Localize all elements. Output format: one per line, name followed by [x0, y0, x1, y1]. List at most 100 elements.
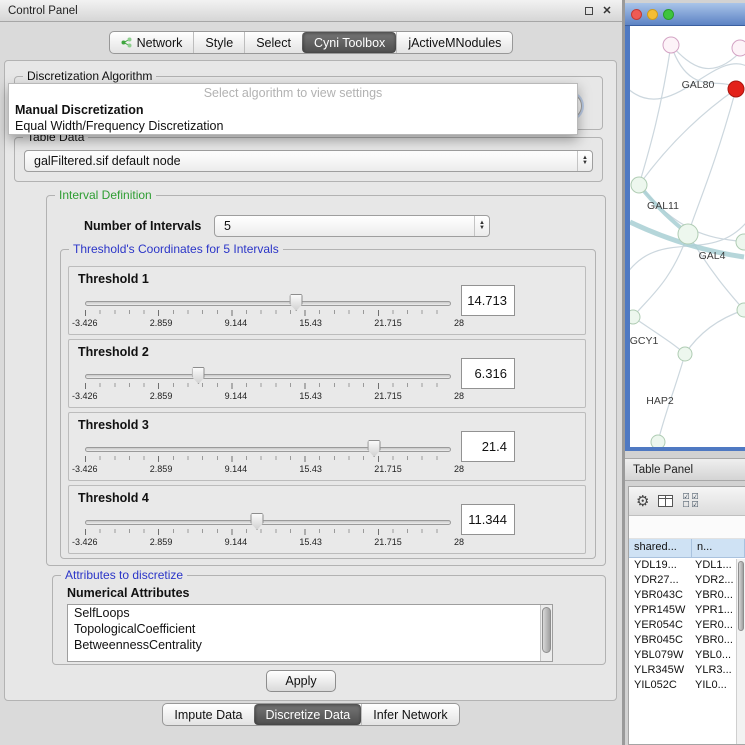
column-header-shared-name[interactable]: shared...: [629, 539, 692, 558]
table-data-select[interactable]: galFiltered.sif default node ▲▼: [24, 150, 593, 172]
cell-shared-name[interactable]: YPR145W: [629, 603, 692, 618]
float-window-button[interactable]: [582, 4, 596, 18]
threshold-slider[interactable]: -3.4262.8599.14415.4321.71528: [85, 440, 451, 478]
threshold-label: Threshold 1: [78, 272, 149, 286]
cell-shared-name[interactable]: YBR043C: [629, 588, 692, 603]
scale-tick-label: 28: [454, 537, 464, 547]
columns-icon[interactable]: [658, 495, 673, 507]
table-toolbar: ⚙ ☑☑ ☐☑: [629, 487, 745, 516]
tab-label: jActiveMNodules: [408, 36, 501, 50]
scrollbar-thumb[interactable]: [738, 561, 744, 631]
table-row[interactable]: YBL079WYBL0...: [629, 648, 745, 663]
network-node[interactable]: [630, 310, 640, 324]
cell-shared-name[interactable]: YBL079W: [629, 648, 692, 663]
gear-icon[interactable]: ⚙: [636, 494, 649, 509]
network-node[interactable]: [736, 234, 745, 250]
scale-tick-label: 21.715: [374, 391, 402, 401]
cell-shared-name[interactable]: YDL19...: [629, 558, 692, 573]
network-view-window: GAL80 GAL11 GAL4 GCY1 HAP2: [625, 3, 745, 451]
slider-scale: -3.4262.8599.14415.4321.71528: [72, 318, 464, 328]
scale-tick-label: 15.43: [299, 318, 322, 328]
zoom-button[interactable]: [663, 9, 674, 20]
dropdown-placeholder: Select algorithm to view settings: [9, 86, 577, 102]
threshold-value-field[interactable]: 21.4: [461, 431, 515, 462]
slider-major-ticks: [85, 529, 451, 535]
network-icon: [121, 37, 132, 48]
tab-jactivemnodules[interactable]: jActiveMNodules: [396, 32, 512, 53]
network-window-titlebar: [625, 3, 745, 26]
network-node[interactable]: [663, 37, 679, 53]
list-item[interactable]: BetweennessCentrality: [68, 637, 552, 653]
slider-track[interactable]: [85, 520, 451, 525]
slider-track[interactable]: [85, 301, 451, 306]
table-row[interactable]: YPR145WYPR1...: [629, 603, 745, 618]
slider-thumb[interactable]: [290, 294, 303, 311]
minimize-button[interactable]: [647, 9, 658, 20]
dropdown-option-equal-width[interactable]: Equal Width/Frequency Discretization: [9, 118, 577, 134]
network-node[interactable]: [678, 347, 692, 361]
table-row[interactable]: YLR345WYLR3...: [629, 663, 745, 678]
list-item[interactable]: TopologicalCoefficient: [68, 621, 552, 637]
tab-cyni-toolbox[interactable]: Cyni Toolbox: [302, 32, 396, 53]
scale-tick-label: 9.144: [225, 391, 248, 401]
tab-select[interactable]: Select: [244, 32, 302, 53]
scale-tick-label: 9.144: [225, 464, 248, 474]
slider-thumb[interactable]: [368, 440, 381, 457]
table-row[interactable]: YDR27...YDR2...: [629, 573, 745, 588]
list-item[interactable]: SelfLoops: [68, 605, 552, 621]
checkbox-icon: ☑: [691, 501, 700, 509]
slider-track[interactable]: [85, 447, 451, 452]
table-row[interactable]: YIL052CYIL0...: [629, 678, 745, 693]
table-header-row: shared... n...: [629, 539, 745, 558]
tab-discretize-data[interactable]: Discretize Data: [254, 704, 362, 725]
control-panel-titlebar: Control Panel ✕: [0, 0, 622, 22]
tab-network[interactable]: Network: [110, 32, 194, 53]
numerical-attributes-list[interactable]: SelfLoops TopologicalCoefficient Between…: [67, 604, 553, 662]
threshold-slider[interactable]: -3.4262.8599.14415.4321.71528: [85, 513, 451, 551]
threshold-slider[interactable]: -3.4262.8599.14415.4321.71528: [85, 294, 451, 332]
table-row[interactable]: YDL19...YDL1...: [629, 558, 745, 573]
slider-thumb[interactable]: [192, 367, 205, 384]
scrollbar-thumb[interactable]: [542, 607, 551, 653]
table-scrollbar[interactable]: [736, 559, 745, 744]
list-scrollbar[interactable]: [540, 605, 552, 661]
tab-label: Impute Data: [174, 708, 242, 722]
network-node[interactable]: [737, 303, 745, 317]
slider-track[interactable]: [85, 374, 451, 379]
group-title: Interval Definition: [55, 188, 156, 202]
threshold-value-field[interactable]: 11.344: [461, 504, 515, 535]
tab-impute-data[interactable]: Impute Data: [163, 704, 253, 725]
close-button[interactable]: [631, 9, 642, 20]
scale-tick-label: 21.715: [374, 464, 402, 474]
table-row[interactable]: YER054CYER0...: [629, 618, 745, 633]
threshold-slider[interactable]: -3.4262.8599.14415.4321.71528: [85, 367, 451, 405]
apply-button[interactable]: Apply: [266, 670, 336, 692]
cell-shared-name[interactable]: YBR045C: [629, 633, 692, 648]
select-columns-icon[interactable]: ☑☑ ☐☑: [682, 493, 700, 509]
close-window-button[interactable]: ✕: [600, 4, 614, 18]
bottom-tab-group: Impute Data Discretize Data Infer Networ…: [162, 703, 459, 726]
cell-shared-name[interactable]: YLR345W: [629, 663, 692, 678]
tab-infer-network[interactable]: Infer Network: [361, 704, 458, 725]
dropdown-option-manual[interactable]: Manual Discretization: [9, 102, 577, 118]
cell-shared-name[interactable]: YDR27...: [629, 573, 692, 588]
tab-style[interactable]: Style: [193, 32, 244, 53]
table-window: ⚙ ☑☑ ☐☑ shared... n... YDL19...YDL1... Y…: [628, 486, 745, 745]
table-row[interactable]: YBR045CYBR0...: [629, 633, 745, 648]
cell-shared-name[interactable]: YIL052C: [629, 678, 692, 693]
threshold-value-field[interactable]: 14.713: [461, 285, 515, 316]
network-node[interactable]: [631, 177, 647, 193]
column-header-name[interactable]: n...: [692, 539, 745, 558]
network-node[interactable]: [732, 40, 745, 56]
network-node[interactable]: [651, 435, 665, 447]
network-node[interactable]: [678, 224, 698, 244]
network-canvas[interactable]: GAL80 GAL11 GAL4 GCY1 HAP2: [630, 26, 745, 447]
cell-shared-name[interactable]: YER054C: [629, 618, 692, 633]
network-node-selected[interactable]: [728, 81, 744, 97]
scale-tick-label: 2.859: [150, 464, 173, 474]
number-of-intervals-spinner[interactable]: 5 ▲▼: [214, 215, 490, 237]
table-row[interactable]: YBR043CYBR0...: [629, 588, 745, 603]
threshold-value-field[interactable]: 6.316: [461, 358, 515, 389]
table-panel-title: Table Panel: [633, 464, 693, 476]
slider-thumb[interactable]: [251, 513, 264, 530]
